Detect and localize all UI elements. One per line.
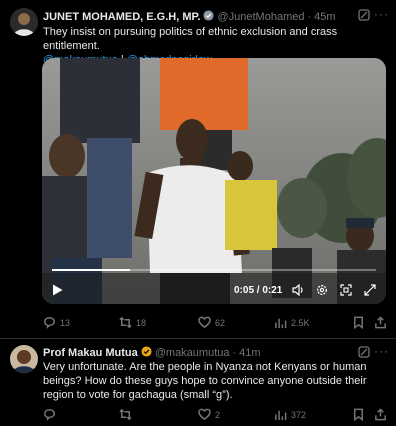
views-count: 372: [291, 409, 307, 420]
fullscreen-icon[interactable]: [364, 284, 376, 299]
repost-button[interactable]: 18: [119, 316, 146, 329]
views-count: 2.5K: [291, 317, 310, 328]
like-icon: [198, 316, 211, 329]
repost-button[interactable]: [119, 408, 136, 421]
separator-dot: ·: [232, 347, 237, 359]
author-name[interactable]: JUNET MOHAMED, E.G.H, MP.: [43, 11, 200, 23]
reply-icon: [44, 409, 55, 421]
reply-button[interactable]: 13: [43, 316, 70, 329]
volume-icon[interactable]: [292, 283, 305, 299]
grok-icon[interactable]: [358, 346, 370, 361]
play-icon[interactable]: [52, 284, 63, 299]
share-button[interactable]: [374, 316, 387, 329]
views-icon: [275, 410, 287, 421]
author-handle[interactable]: @makaumutua: [155, 347, 230, 359]
video-player[interactable]: 0:05 / 0:21: [42, 58, 386, 304]
timestamp[interactable]: 41m: [239, 347, 260, 359]
tweet-header: JUNET MOHAMED, E.G.H, MP. @JunetMohamed …: [43, 10, 336, 24]
like-button[interactable]: 62: [198, 316, 225, 329]
grok-icon[interactable]: [358, 9, 370, 24]
more-icon[interactable]: ···: [374, 344, 389, 358]
avatar-makau[interactable]: [10, 345, 38, 373]
tweet-body: They insist on pursuing politics of ethn…: [43, 26, 338, 52]
reply-button[interactable]: [43, 408, 60, 421]
video-time: 0:05 / 0:21: [234, 285, 283, 296]
like-button[interactable]: 2: [198, 408, 220, 421]
tweet-text: Very unfortunate. Are the people in Nyan…: [43, 361, 367, 401]
video-progress-fill: [52, 269, 130, 271]
exit-fullscreen-icon[interactable]: [340, 284, 352, 299]
tweet-junet[interactable]: JUNET MOHAMED, E.G.H, MP. @JunetMohamed …: [0, 0, 396, 340]
share-icon: [375, 408, 386, 421]
views-button[interactable]: 372: [274, 408, 306, 421]
like-icon: [198, 408, 211, 421]
video-progress-bar[interactable]: [52, 269, 376, 271]
share-icon: [375, 316, 386, 329]
repost-count: 18: [136, 317, 147, 328]
author-handle[interactable]: @JunetMohamed: [217, 11, 304, 23]
repost-icon: [119, 316, 132, 329]
share-button[interactable]: [374, 408, 387, 421]
avatar-junet[interactable]: [10, 8, 38, 36]
tweet-divider: [0, 338, 396, 339]
like-count: 2: [215, 409, 221, 420]
bookmark-icon: [354, 316, 363, 329]
tweet-header: Prof Makau Mutua @makaumutua · 41m: [43, 346, 261, 360]
verified-badge-icon: [203, 10, 215, 24]
views-button[interactable]: 2.5K: [274, 316, 310, 329]
timestamp[interactable]: 45m: [314, 11, 335, 23]
like-count: 62: [215, 317, 226, 328]
separator-dot: ·: [307, 11, 312, 23]
bookmark-button[interactable]: [352, 408, 365, 421]
reply-count: 13: [60, 317, 71, 328]
bookmark-icon: [354, 408, 363, 421]
bookmark-button[interactable]: [352, 316, 365, 329]
author-name[interactable]: Prof Makau Mutua: [43, 347, 138, 359]
reply-icon: [44, 317, 55, 329]
verified-badge-icon: [141, 346, 152, 360]
more-icon[interactable]: ···: [374, 7, 389, 21]
repost-icon: [119, 408, 132, 421]
video-frame: [42, 58, 386, 304]
settings-icon[interactable]: [316, 284, 328, 299]
views-icon: [275, 318, 287, 329]
